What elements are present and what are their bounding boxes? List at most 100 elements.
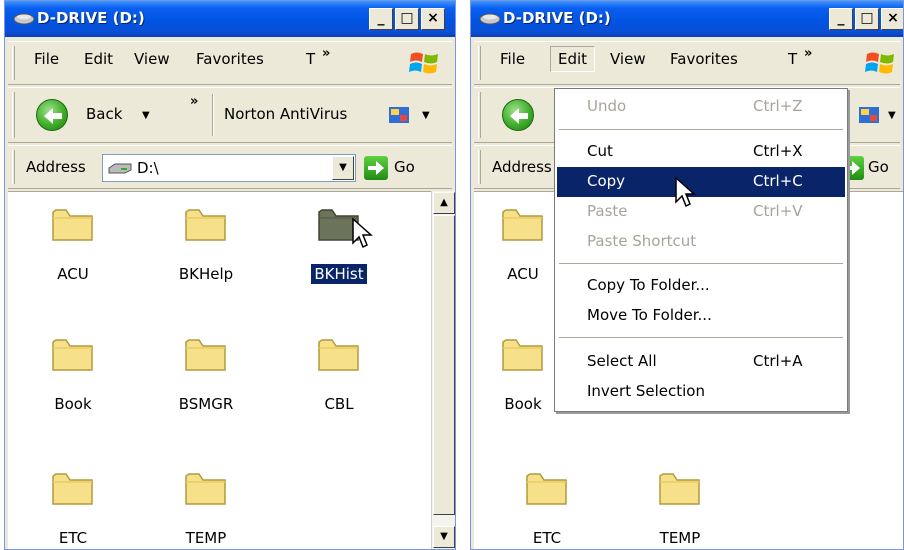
menu-item-shortcut: Ctrl+Z xyxy=(753,97,803,115)
scroll-thumb[interactable] xyxy=(433,215,455,515)
menu-item-label: Select All xyxy=(587,352,657,370)
folder-item[interactable]: TEMP xyxy=(635,468,725,548)
explorer-window-left: D-DRIVE (D:) _ □ × File Edit View Favori… xyxy=(4,0,456,550)
folder-icon xyxy=(526,473,567,505)
close-button[interactable]: × xyxy=(881,8,903,30)
vertical-scrollbar[interactable]: ▲ ▼ xyxy=(431,191,455,549)
back-button[interactable]: Back xyxy=(86,105,122,123)
minimize-button[interactable]: _ xyxy=(829,8,853,30)
address-dropdown-icon[interactable]: ▼ xyxy=(332,156,354,180)
folder-icon xyxy=(318,339,359,371)
standard-toolbar: Back ▼ » Norton AntiVirus ▼ xyxy=(8,87,452,143)
folder-item[interactable]: ETC xyxy=(28,468,118,548)
scroll-down-button[interactable]: ▼ xyxy=(433,526,455,548)
norton-antivirus-button[interactable]: Norton AntiVirus xyxy=(224,105,347,123)
minimize-button[interactable]: _ xyxy=(369,8,393,30)
toolbar-grip[interactable] xyxy=(12,150,15,184)
menu-item-move-to-folder[interactable]: Move To Folder... xyxy=(557,301,845,331)
folder-icon xyxy=(52,339,93,371)
title-bar[interactable]: D-DRIVE (D:) _ □ × xyxy=(5,1,455,37)
menu-item-label: Move To Folder... xyxy=(587,306,712,324)
menu-item-paste-shortcut[interactable]: Paste Shortcut xyxy=(557,227,845,257)
folder-item[interactable]: CBL xyxy=(294,334,384,414)
norton-dropdown-icon[interactable]: ▼ xyxy=(888,110,896,121)
mouse-cursor-icon xyxy=(675,176,696,208)
title-bar[interactable]: D-DRIVE (D:) _ □ × xyxy=(471,1,903,37)
drive-icon xyxy=(479,13,501,25)
toolbar-separator xyxy=(212,94,214,136)
menu-separator xyxy=(559,337,843,339)
folder-item[interactable]: TEMP xyxy=(161,468,251,548)
toolbar-grip[interactable] xyxy=(12,92,15,138)
menu-chevron[interactable]: » xyxy=(804,46,812,61)
menu-item-undo[interactable]: Undo Ctrl+Z xyxy=(557,92,845,122)
drive-icon xyxy=(108,163,132,174)
folder-label: TEMP xyxy=(185,529,227,547)
window-title: D-DRIVE (D:) xyxy=(37,9,145,27)
folder-label: BKHist xyxy=(311,264,367,284)
menu-view[interactable]: View xyxy=(610,50,646,68)
menu-bar: File Edit View Favorites T » xyxy=(8,41,452,85)
maximize-button[interactable]: □ xyxy=(395,8,419,30)
back-button-icon[interactable] xyxy=(36,99,68,131)
menu-item-shortcut: Ctrl+X xyxy=(753,142,803,160)
menu-item-paste[interactable]: Paste Ctrl+V xyxy=(557,197,845,227)
menu-tools[interactable]: T xyxy=(788,50,797,68)
address-field[interactable]: D:\ ▼ xyxy=(102,154,356,182)
toolbar-grip[interactable] xyxy=(12,46,15,80)
menu-item-shortcut: Ctrl+V xyxy=(753,202,803,220)
toolbar-grip[interactable] xyxy=(478,150,481,184)
folder-item[interactable]: BKHelp xyxy=(161,204,251,284)
folder-label: ETC xyxy=(532,529,562,547)
menu-file[interactable]: File xyxy=(500,50,525,68)
menu-item-label: Undo xyxy=(587,97,627,115)
address-label: Address xyxy=(26,158,86,176)
menu-view[interactable]: View xyxy=(134,50,170,68)
menu-favorites[interactable]: Favorites xyxy=(670,50,738,68)
menu-item-copy[interactable]: Copy Ctrl+C xyxy=(557,167,845,197)
go-button[interactable]: Go xyxy=(394,158,415,176)
folder-icon xyxy=(502,339,543,371)
scroll-up-button[interactable]: ▲ xyxy=(433,192,455,214)
go-button[interactable]: Go xyxy=(868,158,889,176)
folder-label: Book xyxy=(54,395,92,413)
folder-item[interactable]: Book xyxy=(28,334,118,414)
go-arrow-icon[interactable] xyxy=(364,156,388,180)
folder-icon xyxy=(52,473,93,505)
menu-edit-open[interactable]: Edit xyxy=(550,46,596,72)
back-dropdown-icon[interactable]: ▼ xyxy=(142,110,150,121)
norton-icon xyxy=(859,107,879,123)
menu-item-label: Cut xyxy=(587,142,613,160)
menu-file[interactable]: File xyxy=(34,50,59,68)
toolbar-chevron[interactable]: » xyxy=(190,94,198,109)
maximize-button[interactable]: □ xyxy=(855,8,879,30)
menu-item-label: Paste Shortcut xyxy=(587,232,697,250)
toolbar-grip[interactable] xyxy=(478,46,481,80)
folder-item[interactable]: ACU xyxy=(28,204,118,284)
folder-label: ACU xyxy=(57,265,89,283)
back-arrow-icon xyxy=(510,108,528,124)
menu-item-label: Invert Selection xyxy=(587,382,705,400)
back-button-icon[interactable] xyxy=(502,99,534,131)
menu-item-invert-selection[interactable]: Invert Selection xyxy=(557,377,845,407)
menu-item-shortcut: Ctrl+A xyxy=(753,352,803,370)
folder-item[interactable]: BSMGR xyxy=(161,334,251,414)
close-button[interactable]: × xyxy=(421,8,445,30)
norton-dropdown-icon[interactable]: ▼ xyxy=(422,110,430,121)
menu-favorites[interactable]: Favorites xyxy=(196,50,264,68)
folder-label: ETC xyxy=(58,529,88,547)
folder-item[interactable]: ETC xyxy=(502,468,592,548)
back-arrow-icon xyxy=(44,108,62,124)
folder-label: ACU xyxy=(507,265,539,283)
menu-chevron[interactable]: » xyxy=(322,46,330,61)
menu-item-shortcut: Ctrl+C xyxy=(753,172,803,190)
menu-tools[interactable]: T xyxy=(306,50,315,68)
address-bar: Address D:\ ▼ Go xyxy=(8,145,452,189)
menu-bar: File Edit View Favorites T » xyxy=(474,41,900,85)
toolbar-grip[interactable] xyxy=(478,92,481,138)
windows-logo-icon xyxy=(865,52,894,74)
menu-item-cut[interactable]: Cut Ctrl+X xyxy=(557,137,845,167)
menu-edit[interactable]: Edit xyxy=(84,50,113,68)
menu-item-select-all[interactable]: Select All Ctrl+A xyxy=(557,347,845,377)
menu-item-copy-to-folder[interactable]: Copy To Folder... xyxy=(557,271,845,301)
